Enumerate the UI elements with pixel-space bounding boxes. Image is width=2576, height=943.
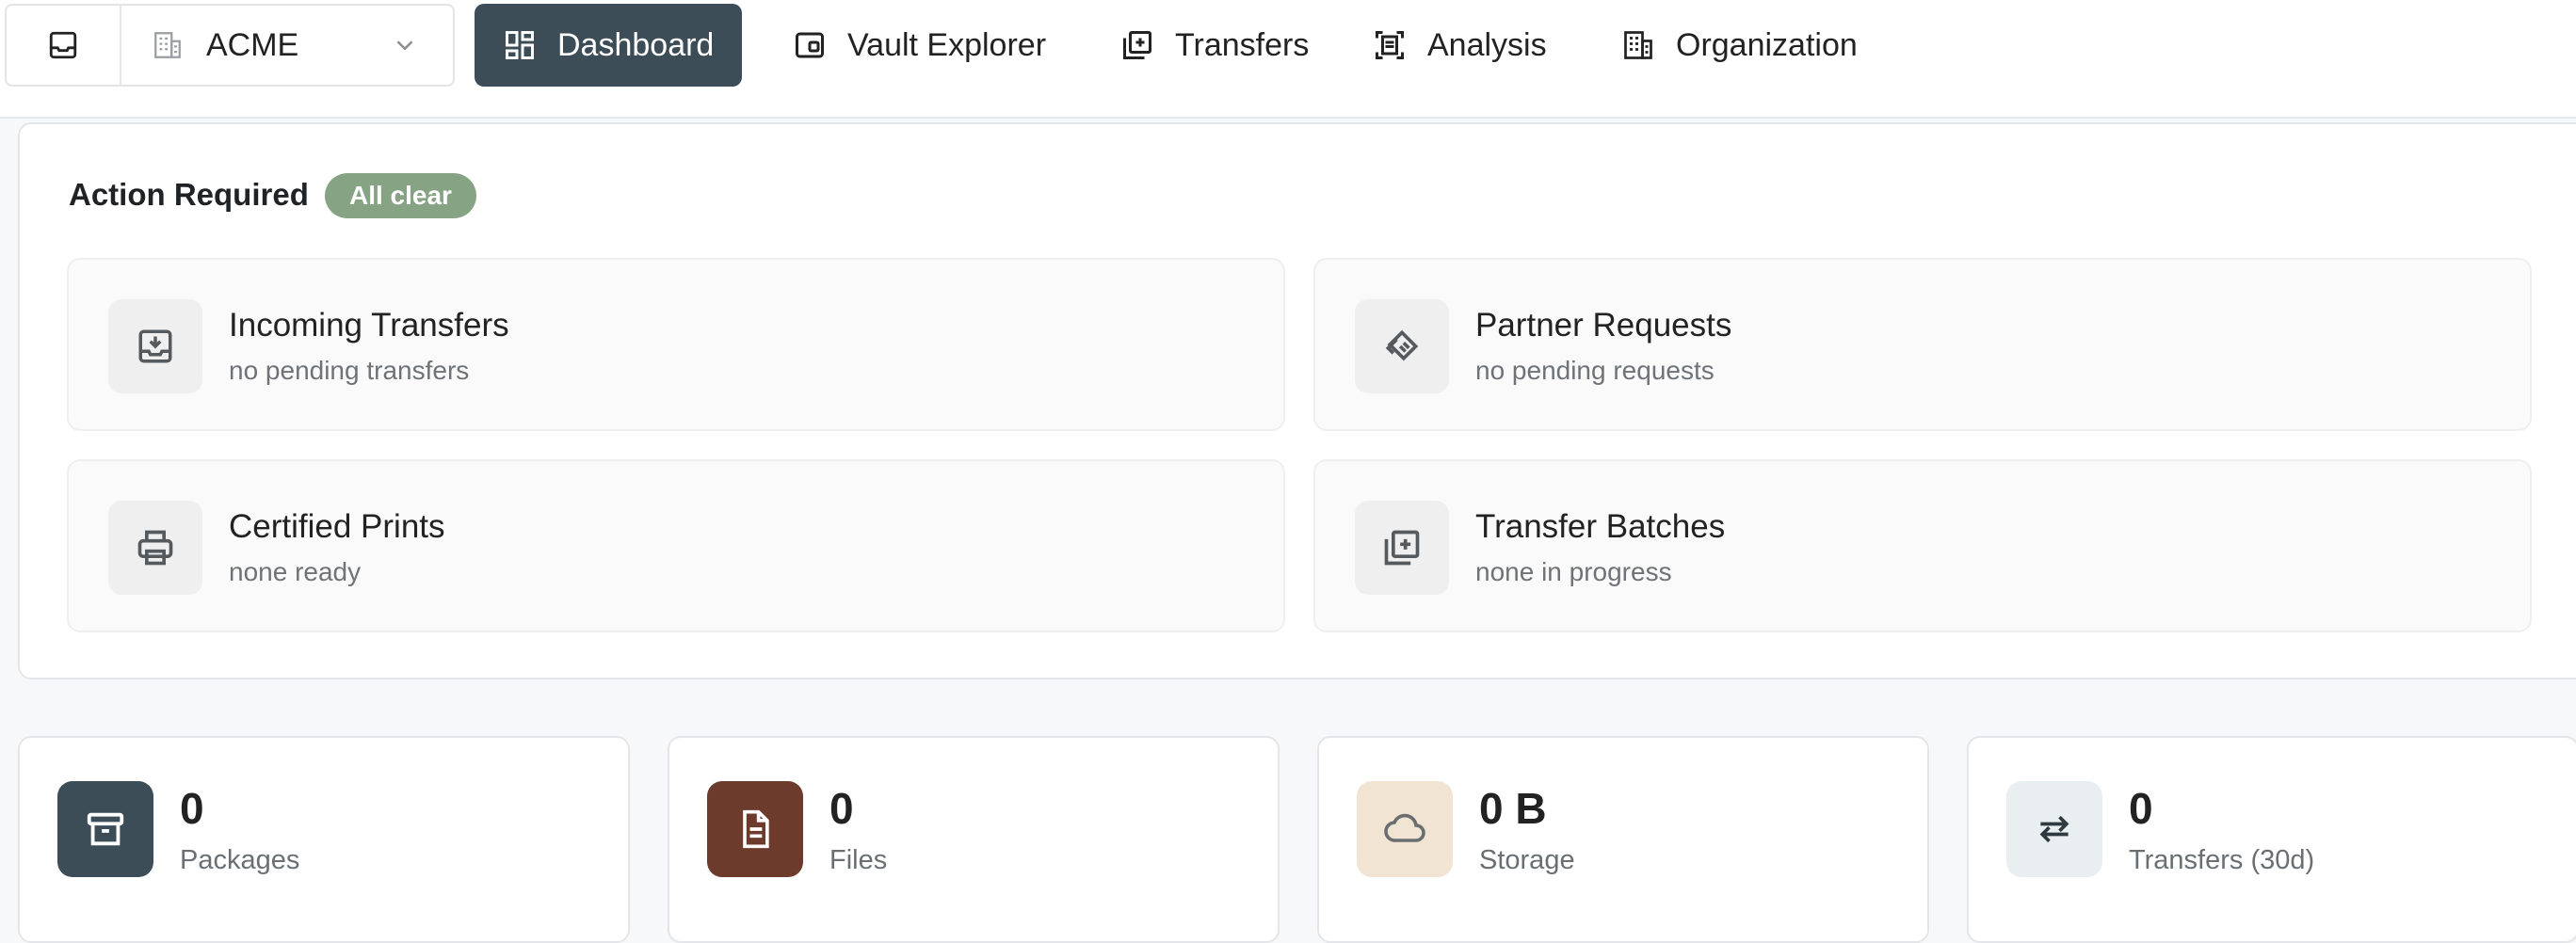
stat-icon-tile [1357, 781, 1453, 877]
card-title: Certified Prints [229, 508, 445, 545]
action-required-panel: Action Required All clear Incoming Trans… [18, 122, 2576, 679]
stat-value: 0 [180, 784, 204, 833]
stack-plus-icon [1384, 530, 1420, 566]
nav-organization[interactable]: Organization [1593, 4, 1886, 87]
card-certified-prints[interactable]: Certified Prints none ready [67, 459, 1285, 632]
building-icon [154, 32, 181, 58]
stat-value: 0 [2129, 784, 2153, 833]
card-subtitle: none ready [229, 557, 362, 586]
stat-value: 0 B [1479, 784, 1547, 833]
panel-title: Action Required [69, 177, 309, 212]
stat-label: Packages [180, 845, 300, 875]
org-select[interactable]: ACME [121, 6, 453, 85]
cloud-icon [1384, 813, 1425, 842]
file-icon [743, 809, 769, 849]
stat-card-transfers: 0 Transfers (30d) [1967, 736, 2576, 943]
org-name: ACME [206, 26, 299, 63]
inbox-download-icon [138, 329, 172, 363]
nav-transfers[interactable]: Transfers [1092, 4, 1337, 87]
nav-vault-explorer[interactable]: Vault Explorer [765, 4, 1074, 87]
stat-card-storage: 0 B Storage [1317, 736, 1929, 943]
card-icon-tile [1355, 501, 1449, 595]
chevron-down-icon [396, 40, 413, 51]
top-navigation-bar: ACME Dashboard Vault Explorer Transfers … [0, 0, 2576, 119]
stat-label: Files [829, 845, 888, 875]
inbox-icon [49, 31, 77, 59]
nav-label: Dashboard [557, 26, 715, 63]
wallet-icon [796, 32, 824, 58]
nav-label: Analysis [1427, 26, 1547, 63]
stat-card-files: 0 Files [668, 736, 1280, 943]
card-transfer-batches[interactable]: Transfer Batches none in progress [1313, 459, 2532, 632]
nav-analysis[interactable]: Analysis [1344, 4, 1575, 87]
scan-document-icon [1376, 31, 1404, 59]
stat-value: 0 [829, 784, 854, 833]
status-badge: All clear [325, 173, 476, 218]
card-partner-requests[interactable]: Partner Requests no pending requests [1313, 258, 2532, 431]
card-icon-tile [108, 299, 202, 393]
card-title: Incoming Transfers [229, 307, 509, 344]
stat-label: Storage [1479, 845, 1575, 875]
nav-dashboard[interactable]: Dashboard [475, 4, 742, 87]
swap-arrows-icon [2039, 815, 2069, 843]
card-incoming-transfers[interactable]: Incoming Transfers no pending transfers [67, 258, 1285, 431]
card-title: Partner Requests [1475, 307, 1732, 344]
stack-plus-icon [1123, 31, 1151, 59]
card-icon-tile [108, 501, 202, 595]
stat-icon-tile [2006, 781, 2102, 877]
card-subtitle: none in progress [1475, 557, 1672, 586]
stat-card-packages: 0 Packages [18, 736, 630, 943]
nav-label: Transfers [1175, 26, 1310, 63]
card-icon-tile [1355, 299, 1449, 393]
building-icon [1624, 31, 1652, 59]
stat-label: Transfers (30d) [2129, 845, 2315, 875]
dashboard-icon [506, 31, 534, 59]
handshake-icon [1385, 329, 1419, 361]
printer-icon [137, 530, 173, 566]
nav-label: Vault Explorer [847, 26, 1047, 63]
card-subtitle: no pending transfers [229, 356, 470, 385]
card-subtitle: no pending requests [1475, 356, 1715, 385]
archive-icon [87, 812, 124, 846]
stat-icon-tile [57, 781, 153, 877]
card-title: Transfer Batches [1475, 508, 1726, 545]
inbox-button[interactable] [7, 6, 121, 85]
stat-icon-tile [707, 781, 803, 877]
org-switcher: ACME [5, 4, 455, 87]
nav-label: Organization [1676, 26, 1858, 63]
